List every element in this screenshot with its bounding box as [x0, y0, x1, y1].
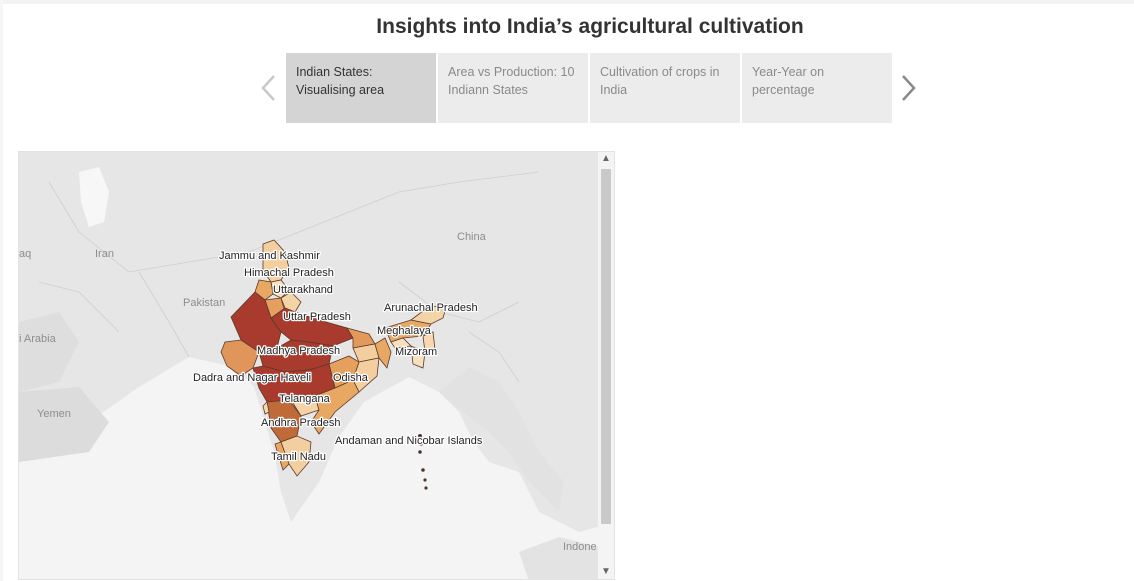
state-label-andhra-pradesh: Andhra Pradesh [261, 417, 341, 429]
story-point-3[interactable]: Cultivation of crops in India [590, 53, 740, 123]
story-point-4[interactable]: Year-Year on percentage [742, 53, 892, 123]
chevron-left-icon[interactable] [258, 72, 280, 104]
country-label-pakistan: Pakistan [183, 297, 225, 309]
state-label-jammu-kashmir: Jammu and Kashmir [219, 250, 320, 262]
state-label-himachal: Himachal Pradesh [244, 267, 334, 279]
state-label-dadra-nagar-haveli: Dadra and Nagar Haveli [193, 372, 311, 384]
state-label-madhya-pradesh: Madhya Pradesh [257, 345, 340, 357]
state-label-andaman-nicobar: Andaman and Nicobar Islands [335, 435, 483, 447]
story-navigator: Indian States: Visualising area Area vs … [286, 53, 892, 123]
state-label-uttarakhand: Uttarakhand [273, 284, 333, 296]
state-label-meghalaya: Meghalaya [377, 325, 432, 337]
country-label-iran: Iran [95, 248, 114, 260]
country-label-saudi-arabia: i Arabia [19, 333, 57, 345]
state-label-arunachal: Arunachal Pradesh [384, 302, 478, 314]
chevron-right-icon[interactable] [898, 72, 920, 104]
scroll-down-icon[interactable]: ▼ [598, 565, 614, 579]
state-label-uttar-pradesh: Uttar Pradesh [283, 311, 351, 323]
story-point-2[interactable]: Area vs Production: 10 Indiann States [438, 53, 588, 123]
country-label-yemen: Yemen [37, 408, 71, 420]
scroll-up-icon[interactable]: ▲ [598, 152, 614, 166]
state-label-odisha: Odisha [333, 372, 369, 384]
top-border [0, 0, 1134, 4]
map-scrollbar[interactable]: ▲ ▼ [598, 152, 614, 579]
scroll-thumb[interactable] [601, 169, 611, 524]
country-label-iraq: aq [19, 248, 31, 260]
map-view[interactable]: aq Iran Pakistan China i Arabia Yemen In… [18, 151, 615, 580]
country-label-china: China [457, 231, 487, 243]
left-border [0, 0, 3, 581]
state-label-tamil-nadu: Tamil Nadu [271, 451, 326, 463]
country-label-indonesia: Indone [563, 541, 597, 553]
state-label-mizoram: Mizoram [395, 346, 437, 358]
story-point-1[interactable]: Indian States: Visualising area [286, 53, 436, 123]
map-canvas: aq Iran Pakistan China i Arabia Yemen In… [19, 152, 614, 579]
state-label-telangana: Telangana [279, 393, 331, 405]
dashboard-title: Insights into India’s agricultural culti… [376, 15, 804, 38]
